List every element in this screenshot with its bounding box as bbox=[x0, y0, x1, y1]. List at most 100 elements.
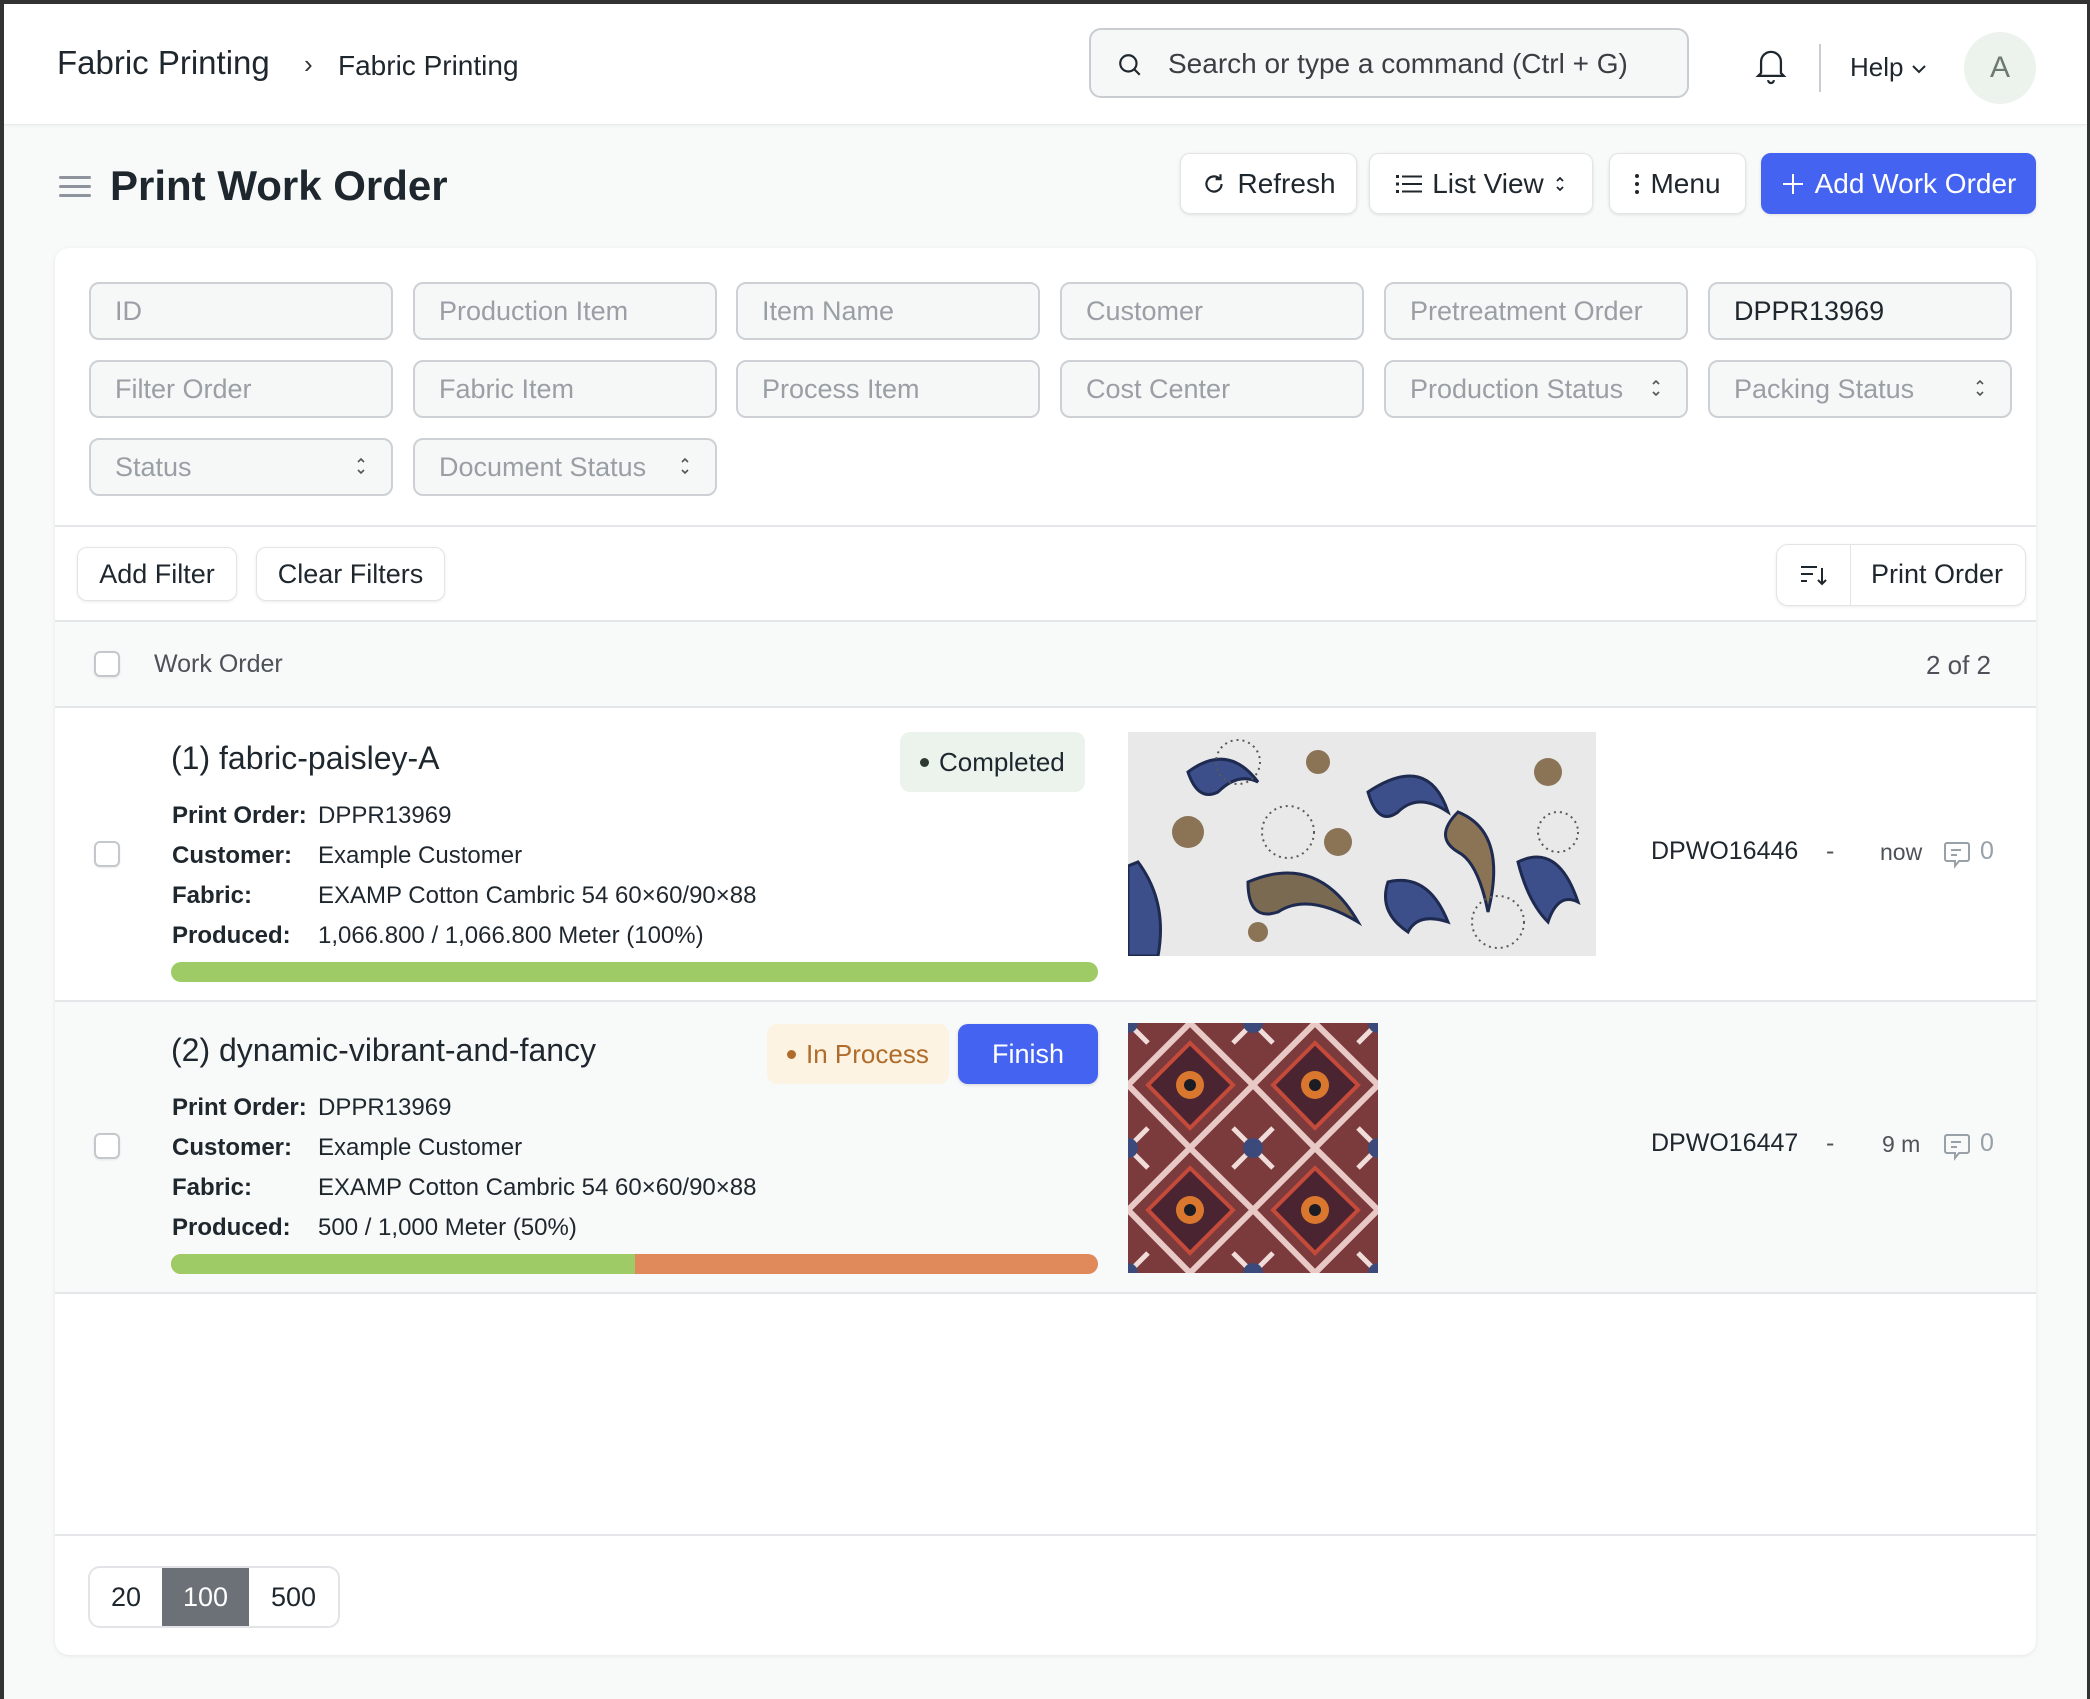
fabric-field: Fabric: EXAMP Cotton Cambric 54 60×60/90×… bbox=[172, 1174, 757, 1202]
filter-status[interactable]: Status bbox=[89, 438, 393, 496]
filter-packing-status[interactable]: Packing Status bbox=[1708, 360, 2012, 418]
row-title[interactable]: (2) dynamic-vibrant-and-fancy bbox=[171, 1032, 596, 1069]
help-label: Help bbox=[1850, 52, 1904, 82]
filter-fabric-item[interactable]: Fabric Item bbox=[413, 360, 717, 418]
filter-customer[interactable]: Customer bbox=[1060, 282, 1364, 340]
field-label: Produced: bbox=[172, 1214, 291, 1241]
comment-icon[interactable] bbox=[1943, 1132, 1971, 1162]
field-value: EXAMP Cotton Cambric 54 60×60/90×88 bbox=[318, 1174, 757, 1201]
sort-order-button[interactable] bbox=[1777, 545, 1851, 605]
sort-by-button[interactable]: Print Order bbox=[1871, 559, 2003, 590]
status-label: In Process bbox=[806, 1038, 929, 1069]
status-placeholder: Status bbox=[115, 452, 192, 482]
refresh-button[interactable]: Refresh bbox=[1180, 153, 1357, 214]
work-order-id[interactable]: DPWO16446 bbox=[1651, 837, 1798, 866]
list-header-label: Work Order bbox=[154, 650, 283, 678]
customer-field: Customer: Example Customer bbox=[172, 1134, 522, 1162]
help-dropdown[interactable]: Help bbox=[1850, 52, 1927, 83]
footer-divider bbox=[55, 1534, 2036, 1536]
field-label: Produced: bbox=[172, 922, 291, 949]
sidebar-toggle-icon[interactable] bbox=[59, 174, 91, 200]
kaleidoscope-fabric-image bbox=[1128, 1023, 1378, 1273]
add-filter-button[interactable]: Add Filter bbox=[77, 547, 237, 601]
filter-cost-center[interactable]: Cost Center bbox=[1060, 360, 1364, 418]
filter-document-status[interactable]: Document Status bbox=[413, 438, 717, 496]
page-length-100[interactable]: 100 bbox=[162, 1568, 249, 1626]
page-length-500[interactable]: 500 bbox=[249, 1568, 338, 1626]
plus-icon bbox=[1782, 173, 1803, 194]
filter-production-item[interactable]: Production Item bbox=[413, 282, 717, 340]
customer-field: Customer: Example Customer bbox=[172, 842, 522, 870]
page-length-20[interactable]: 20 bbox=[90, 1568, 162, 1626]
field-value: DPPR13969 bbox=[318, 1094, 452, 1121]
progress-bar bbox=[171, 1254, 1098, 1274]
production-status-placeholder: Production Status bbox=[1410, 374, 1624, 404]
comment-count: 0 bbox=[1980, 1129, 1994, 1157]
more-vertical-icon bbox=[1635, 173, 1640, 194]
row-checkbox[interactable] bbox=[94, 841, 120, 867]
filter-filter-order[interactable]: Filter Order bbox=[89, 360, 393, 418]
clear-filters-button[interactable]: Clear Filters bbox=[256, 547, 445, 601]
list-row[interactable]: (2) dynamic-vibrant-and-fancy In Process… bbox=[55, 1002, 2036, 1294]
menu-label: Menu bbox=[1650, 167, 1721, 199]
work-order-id[interactable]: DPWO16447 bbox=[1651, 1129, 1798, 1158]
breadcrumb-module[interactable]: Fabric Printing bbox=[338, 50, 519, 82]
avatar[interactable]: A bbox=[1964, 32, 2036, 104]
progress-fill bbox=[171, 1254, 635, 1274]
comment-icon[interactable] bbox=[1943, 840, 1971, 870]
list-view-select[interactable]: List View bbox=[1369, 153, 1593, 214]
filter-pretreatment-order[interactable]: Pretreatment Order bbox=[1384, 282, 1688, 340]
updown-chevron-icon bbox=[681, 457, 689, 475]
updown-chevron-icon bbox=[1976, 379, 1984, 397]
list-row[interactable]: (1) fabric-paisley-A Completed Print Ord… bbox=[55, 710, 2036, 1002]
page-length-selector: 20 100 500 bbox=[88, 1566, 340, 1628]
filter-divider bbox=[55, 525, 2036, 527]
search-input[interactable]: Search or type a command (Ctrl + G) bbox=[1089, 28, 1689, 98]
updown-chevron-icon bbox=[1556, 176, 1564, 191]
refresh-label: Refresh bbox=[1237, 167, 1336, 199]
chevron-down-icon bbox=[1912, 65, 1927, 74]
field-value: 500 / 1,000 Meter (50%) bbox=[318, 1214, 577, 1241]
print-order-field: Print Order: DPPR13969 bbox=[172, 1094, 451, 1122]
breadcrumb-app[interactable]: Fabric Printing bbox=[57, 44, 270, 82]
document-status-placeholder: Document Status bbox=[439, 452, 647, 482]
navbar: Fabric Printing › Fabric Printing Search… bbox=[4, 4, 2087, 125]
finish-button[interactable]: Finish bbox=[958, 1024, 1098, 1084]
field-value: Example Customer bbox=[318, 842, 523, 869]
updown-chevron-icon bbox=[1652, 379, 1660, 397]
filter-print-order[interactable]: DPPR13969 bbox=[1708, 282, 2012, 340]
list-header: Work Order 2 of 2 bbox=[55, 620, 2036, 708]
status-dot-icon bbox=[787, 1049, 796, 1059]
select-all-checkbox[interactable] bbox=[94, 651, 120, 677]
status-badge: Completed bbox=[900, 732, 1085, 792]
field-label: Fabric: bbox=[172, 882, 253, 909]
filter-process-item[interactable]: Process Item bbox=[736, 360, 1040, 418]
modified-time: 9 m bbox=[1882, 1131, 1921, 1157]
status-dot-icon bbox=[920, 757, 929, 767]
search-icon bbox=[1119, 54, 1141, 76]
filter-production-status[interactable]: Production Status bbox=[1384, 360, 1688, 418]
search-placeholder: Search or type a command (Ctrl + G) bbox=[1168, 48, 1628, 79]
filter-id[interactable]: ID bbox=[89, 282, 393, 340]
row-title[interactable]: (1) fabric-paisley-A bbox=[171, 740, 440, 777]
field-label: Customer: bbox=[172, 842, 293, 869]
field-value: Example Customer bbox=[318, 1134, 523, 1161]
row-dash: - bbox=[1826, 1129, 1835, 1157]
notification-bell-icon[interactable] bbox=[1754, 46, 1788, 86]
navbar-divider bbox=[1819, 44, 1821, 92]
comment-count: 0 bbox=[1980, 837, 1994, 865]
sort-descending-icon bbox=[1800, 566, 1827, 586]
row-checkbox[interactable] bbox=[94, 1133, 120, 1159]
list-card: ID Production Item Item Name Customer Pr… bbox=[55, 248, 2036, 1655]
filter-item-name[interactable]: Item Name bbox=[736, 282, 1040, 340]
list-icon bbox=[1396, 174, 1423, 193]
status-label: Completed bbox=[939, 746, 1065, 777]
breadcrumb-separator-icon: › bbox=[304, 49, 313, 79]
field-value: EXAMP Cotton Cambric 54 60×60/90×88 bbox=[318, 882, 757, 909]
produced-field: Produced: 1,066.800 / 1,066.800 Meter (10… bbox=[172, 922, 704, 950]
menu-button[interactable]: Menu bbox=[1609, 153, 1746, 214]
add-work-order-button[interactable]: Add Work Order bbox=[1761, 153, 2036, 214]
field-label: Print Order: bbox=[172, 802, 307, 829]
field-value: DPPR13969 bbox=[318, 802, 452, 829]
field-label: Fabric: bbox=[172, 1174, 253, 1201]
